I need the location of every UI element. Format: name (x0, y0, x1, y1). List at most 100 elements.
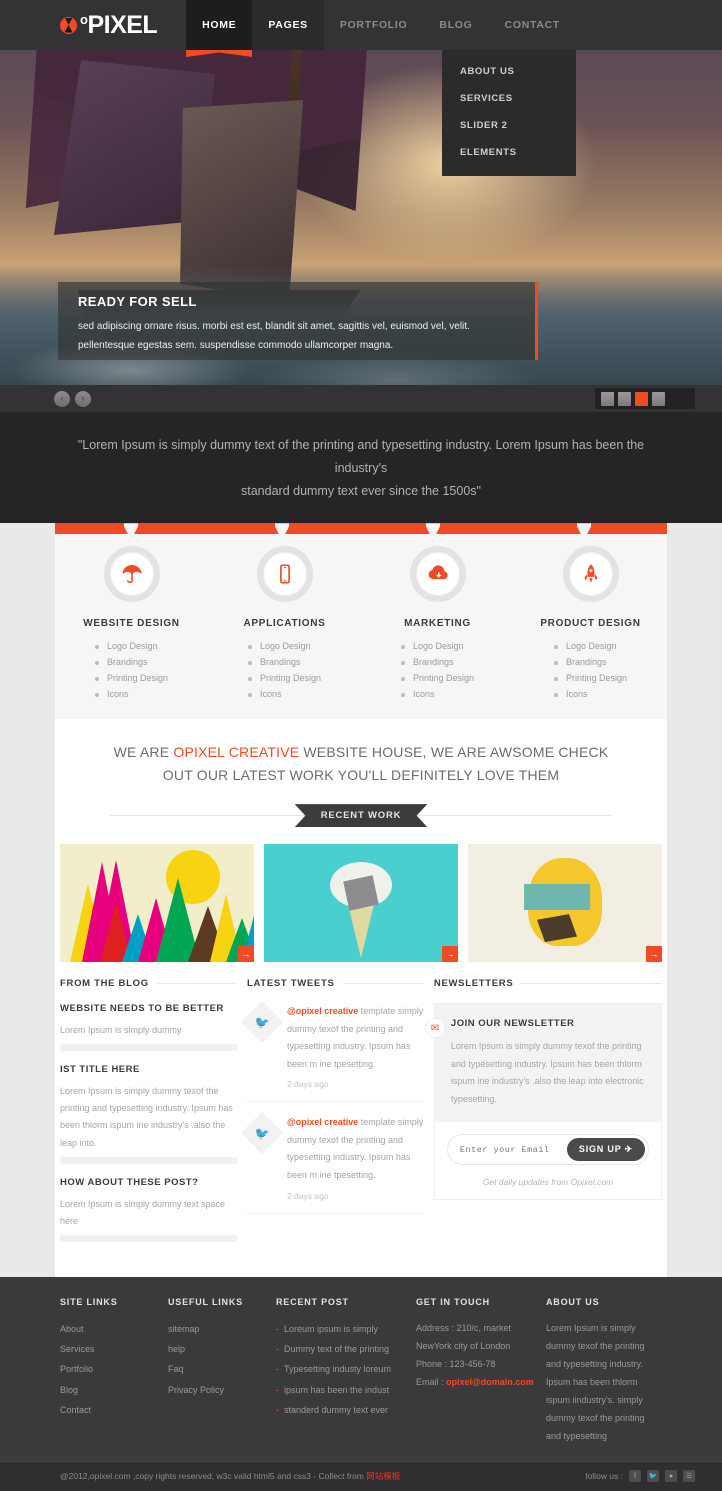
footer-email-link[interactable]: opixel@domain.com (446, 1377, 534, 1387)
newsletter-heading: NEWSLETTERS (433, 978, 514, 990)
blog-post[interactable]: HOW ABOUT THESE POST? Lorem Ipsum is sim… (60, 1177, 237, 1242)
newsletter-input-wrap: SIGN UP ✈ (446, 1134, 649, 1166)
footer-link[interactable]: Faq (168, 1359, 264, 1379)
dropdown-item-slider-2[interactable]: SLIDER 2 (442, 112, 576, 139)
service-list-item[interactable]: Icons (247, 689, 321, 699)
newsletter-email-input[interactable] (459, 1144, 567, 1155)
footer-recent-post: RECENT POST Loreum ipsum is simply Dummy… (276, 1297, 404, 1445)
blog-heading: FROM THE BLOG (60, 978, 149, 990)
mobile-icon (279, 564, 290, 584)
bird-icon: 🐦 (240, 1112, 284, 1155)
footer-list: About Services Portfolio Blog Contact (60, 1319, 156, 1420)
service-title: MARKETING (404, 618, 471, 630)
tweet-handle[interactable]: @opixel creative (287, 1117, 358, 1127)
blog-post-title[interactable]: HOW ABOUT THESE POST? (60, 1177, 237, 1188)
collect-from-link[interactable]: 网站模板 (366, 1471, 400, 1481)
work-item-1[interactable]: → (60, 844, 254, 963)
nav-item-blog[interactable]: BLOG (423, 0, 488, 50)
footer-link[interactable]: Contact (60, 1400, 156, 1420)
work-item-3[interactable]: → (468, 844, 662, 963)
envelope-icon: ✉ (424, 1018, 445, 1039)
slider-next-icon[interactable]: › (75, 390, 91, 407)
bird-icon: 🐦 (240, 1000, 284, 1044)
copyright-text: @2012,opixel.com ,copy rights reserved, … (60, 1471, 367, 1482)
dropdown-item-elements[interactable]: ELEMENTS (442, 139, 576, 166)
service-list-item[interactable]: Logo Design (553, 641, 627, 651)
footer-phone: Phone : 123-456-78 (416, 1358, 496, 1369)
service-list-item[interactable]: Printing Design (553, 673, 627, 683)
slider-prev-icon[interactable]: ‹ (54, 390, 70, 407)
nav-item-home[interactable]: HOME (186, 0, 253, 50)
service-list-item[interactable]: Brandings (400, 657, 474, 667)
work-item-2[interactable]: → (264, 844, 458, 963)
work-more-icon[interactable]: → (442, 946, 458, 963)
service-list-item[interactable]: Brandings (94, 657, 168, 667)
newsletter-heading-row: NEWSLETTERS (434, 978, 662, 989)
nav-item-portfolio[interactable]: PORTFOLIO (324, 0, 424, 50)
footer-link[interactable]: Services (60, 1339, 156, 1359)
service-list-item[interactable]: Brandings (553, 657, 627, 667)
rss-icon[interactable]: ☰ (683, 1470, 695, 1483)
work-more-icon[interactable]: → (238, 946, 254, 963)
service-applications[interactable]: APPLICATIONS Logo Design Brandings Print… (208, 546, 361, 705)
service-list-item[interactable]: Brandings (247, 657, 321, 667)
blog-post-title[interactable]: IST TITLE HERE (60, 1064, 237, 1075)
service-list-item[interactable]: Printing Design (94, 673, 168, 683)
slider-dot-3[interactable] (635, 391, 648, 406)
footer-link[interactable]: standerd dummy text ever (276, 1400, 404, 1421)
nav-item-pages[interactable]: PAGES (252, 0, 324, 50)
site-logo[interactable]: oPIXEL (60, 11, 158, 40)
tweet-timestamp: 2 days ago (286, 1079, 329, 1090)
service-list-item[interactable]: Logo Design (400, 641, 474, 651)
dropdown-item-about-us[interactable]: ABOUT US (442, 58, 576, 85)
service-list-item[interactable]: Icons (553, 689, 627, 699)
service-website-design[interactable]: WEBSITE DESIGN Logo Design Brandings Pri… (55, 546, 208, 705)
slider-pagination (595, 388, 695, 409)
rocket-icon (584, 564, 597, 584)
hero-slider: READY FOR SELL sed adipiscing ornare ris… (0, 50, 722, 385)
blog-post-title[interactable]: WEBSITE NEEDS TO BE BETTER (60, 1003, 237, 1014)
footer-heading: ABOUT US (546, 1296, 600, 1307)
service-list-item[interactable]: Printing Design (400, 673, 474, 683)
service-list-item[interactable]: Logo Design (247, 641, 321, 651)
blog-heading-row: FROM THE BLOG (60, 978, 237, 989)
twitter-icon[interactable]: 🐦 (647, 1470, 659, 1483)
service-marketing[interactable]: MARKETING Logo Design Brandings Printing… (361, 546, 514, 705)
service-list-item[interactable]: Logo Design (94, 641, 168, 651)
tweet-timestamp: 2 days ago (286, 1190, 329, 1201)
work-more-icon[interactable]: → (646, 946, 662, 963)
newsletter-signup-button[interactable]: SIGN UP ✈ (566, 1138, 645, 1162)
blog-post[interactable]: WEBSITE NEEDS TO BE BETTER Lorem Ipsum i… (60, 1003, 237, 1052)
service-list-item[interactable]: Icons (400, 689, 474, 699)
footer-link[interactable]: help (168, 1339, 264, 1359)
service-product-design[interactable]: PRODUCT DESIGN Logo Design Brandings Pri… (514, 546, 667, 705)
slider-dot-4[interactable] (652, 391, 665, 406)
nav-label: PORTFOLIO (339, 19, 408, 31)
nav-item-contact[interactable]: CONTACT (489, 0, 576, 50)
blog-post[interactable]: IST TITLE HERE Lorem Ipsum is simply dum… (60, 1064, 237, 1164)
facebook-icon[interactable]: f (629, 1470, 641, 1483)
footer-link[interactable]: Privacy Policy (168, 1380, 264, 1400)
footer-link[interactable]: Portfolio (60, 1359, 156, 1379)
footer-link[interactable]: About (60, 1319, 156, 1339)
tweet-handle[interactable]: @opixel creative (287, 1006, 358, 1016)
footer-link[interactable]: sitemap (168, 1319, 264, 1339)
logo-text: oPIXEL (80, 11, 158, 40)
footer-link[interactable]: Dummy text of the printing (276, 1339, 404, 1360)
tweet-body: @opixel creative template simply dummy t… (287, 1114, 424, 1200)
footer-link[interactable]: Loreum ipsum is simply (276, 1319, 404, 1340)
slider-dot-2[interactable] (618, 391, 631, 406)
service-list-item[interactable]: Printing Design (247, 673, 321, 683)
slider-dot-1[interactable] (601, 391, 614, 406)
footer-heading: GET IN TOUCH (416, 1296, 490, 1307)
footer-link[interactable]: Blog (60, 1380, 156, 1400)
slide-caption: READY FOR SELL sed adipiscing ornare ris… (58, 282, 538, 360)
tagline-section: WE ARE OPIXEL CREATIVE WEBSITE HOUSE, WE… (55, 719, 667, 828)
dropdown-item-services[interactable]: SERVICES (442, 85, 576, 112)
site-footer: SITE LINKS About Services Portfolio Blog… (0, 1276, 722, 1461)
service-list-item[interactable]: Icons (94, 689, 168, 699)
footer-link[interactable]: ipsum has been the indust (276, 1380, 404, 1401)
dribbble-icon[interactable]: ● (665, 1470, 677, 1483)
footer-link[interactable]: Typesetting industy loreum (276, 1359, 404, 1380)
